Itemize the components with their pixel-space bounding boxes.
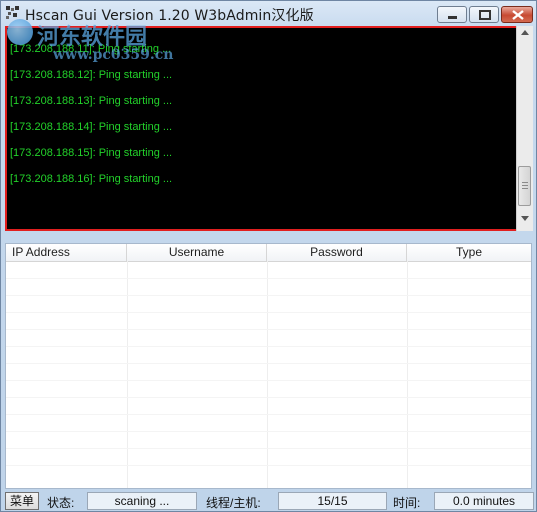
status-bar: 菜单 状态: scaning ... 线程/主机: 15/15 时间: 0.0 … (1, 490, 536, 512)
log-line: [173.208.188.12]: Ping starting ... (10, 69, 173, 81)
scroll-up-icon[interactable] (521, 30, 529, 35)
column-header-password[interactable]: Password (267, 244, 407, 261)
title-bar[interactable]: Hscan Gui Version 1.20 W3bAdmin汉化版 (1, 1, 536, 25)
close-button[interactable] (501, 6, 533, 23)
log-line: [173.208.188.14]: Ping starting ... (10, 121, 173, 133)
log-line: [173.208.188.15]: Ping starting ... (10, 147, 173, 159)
minimize-button[interactable] (437, 6, 467, 23)
log-line: [173.208.188.16]: Ping starting ... (10, 173, 173, 185)
window-title: Hscan Gui Version 1.20 W3bAdmin汉化版 (25, 8, 314, 24)
menu-button[interactable]: 菜单 (5, 492, 39, 510)
console-scrollbar[interactable] (516, 26, 533, 231)
log-console[interactable]: [173.208.188.11]: Ping starting ... [173… (7, 28, 518, 224)
minimize-icon (448, 16, 457, 19)
column-header-ip[interactable]: IP Address (6, 244, 127, 261)
threads-label: 线程/主机: (206, 496, 261, 510)
results-table[interactable]: IP Address Username Password Type (5, 243, 532, 489)
time-value: 0.0 minutes (434, 492, 534, 510)
time-label: 时间: (393, 496, 421, 510)
status-label: 状态: (47, 496, 75, 510)
app-window: Hscan Gui Version 1.20 W3bAdmin汉化版 [173.… (0, 0, 537, 512)
table-header: IP Address Username Password Type (6, 244, 531, 262)
maximize-icon (479, 10, 491, 20)
log-line: [173.208.188.13]: Ping starting ... (10, 95, 173, 107)
column-header-type[interactable]: Type (407, 244, 531, 261)
column-header-username[interactable]: Username (127, 244, 267, 261)
scroll-down-icon[interactable] (521, 216, 529, 221)
scrollbar-thumb[interactable] (518, 166, 531, 206)
log-line: [173.208.188.11]: Ping starting ... (10, 43, 172, 55)
threads-value: 15/15 (278, 492, 387, 510)
log-console-frame: [173.208.188.11]: Ping starting ... [173… (5, 26, 524, 231)
app-icon (6, 6, 19, 19)
status-value: scaning ... (87, 492, 197, 510)
maximize-button[interactable] (469, 6, 499, 23)
close-icon (512, 10, 524, 20)
